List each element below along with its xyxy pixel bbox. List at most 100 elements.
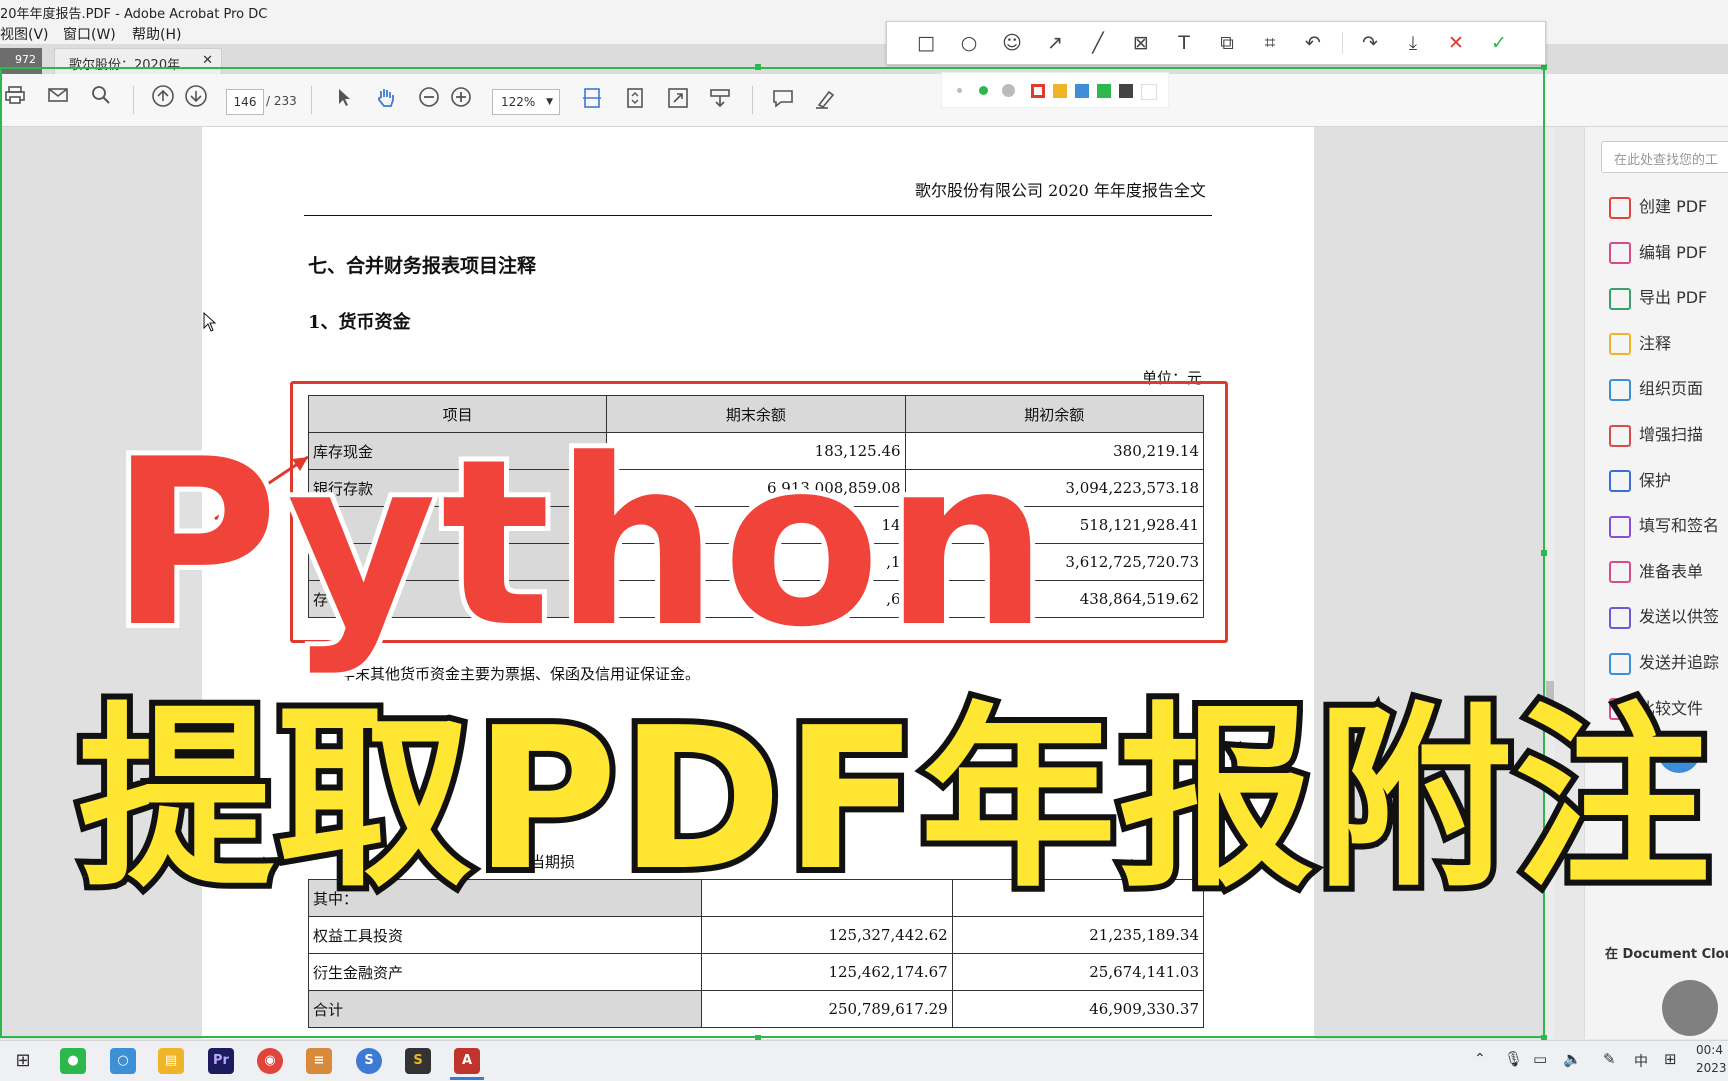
tool-label: 编辑 PDF (1639, 242, 1708, 262)
size-medium-dot[interactable] (979, 86, 988, 95)
cell-value: 250,789,617.29 (700, 990, 953, 1028)
tool-comment[interactable]: 注释 (1609, 330, 1728, 360)
zoom-value: 122% (501, 95, 536, 109)
tool-label: 发送以供签 (1639, 607, 1720, 627)
app-icon[interactable]: S (356, 1048, 382, 1074)
tab-home[interactable]: 972 (0, 48, 42, 75)
edit-pdf-icon (1609, 242, 1631, 265)
chevron-up-icon[interactable]: ⌃ (1474, 1051, 1486, 1067)
tool-organize-pages[interactable]: 组织页面 (1609, 375, 1728, 405)
tool-protect[interactable]: 保护 (1609, 467, 1728, 497)
prev-page-icon[interactable] (148, 84, 178, 114)
close-icon[interactable]: ✕ (202, 53, 213, 68)
tool-fill-sign[interactable]: 填写和签名 (1609, 512, 1728, 542)
toolbar-divider (1342, 32, 1343, 54)
create-pdf-icon (1609, 196, 1631, 219)
select-cursor-icon[interactable] (329, 86, 359, 116)
network-icon[interactable]: ▭ (1533, 1050, 1547, 1068)
text-tool-icon[interactable]: T (1171, 30, 1197, 56)
color-swatch-dark[interactable] (1119, 84, 1133, 98)
cancel-icon[interactable]: ✕ (1443, 30, 1469, 56)
cell-value: 125,327,442.62 (700, 916, 953, 954)
prepare-form-icon (1609, 561, 1631, 584)
microphone-icon[interactable]: 🎙 (1504, 1050, 1523, 1068)
color-swatch-red[interactable] (1031, 84, 1045, 98)
download-icon[interactable]: ⤓ (1400, 30, 1426, 56)
tool-send-track[interactable]: 发送并追踪 (1609, 649, 1728, 679)
floating-assistant-button[interactable] (1662, 980, 1718, 1036)
export-pdf-icon (1609, 287, 1631, 310)
copy-tool-icon[interactable]: ⧉ (1214, 30, 1240, 56)
capture-toolbar: □ ○ ☺ ↗ ╱ ⊠ T ⧉ ⌗ ↶ ↷ ⤓ ✕ ✓ (886, 21, 1546, 65)
rectangle-tool-icon[interactable]: □ (913, 30, 939, 56)
acrobat-icon[interactable]: A (454, 1048, 480, 1074)
menu-window[interactable]: 窗口(W) (63, 24, 116, 44)
ime-indicator[interactable]: 中 (1634, 1051, 1648, 1071)
line-tool-icon[interactable]: ╱ (1085, 30, 1111, 56)
undo-icon[interactable]: ↶ (1300, 30, 1326, 56)
emoji-tool-icon[interactable]: ☺ (999, 30, 1025, 56)
chat-app-icon[interactable]: ○ (110, 1048, 136, 1074)
search-icon[interactable] (86, 84, 116, 114)
comment-icon[interactable] (768, 86, 798, 116)
enhance-scans-icon (1609, 424, 1631, 447)
sublime-icon[interactable]: S (405, 1048, 431, 1074)
fit-page-icon[interactable] (620, 86, 650, 116)
next-page-icon[interactable] (181, 84, 211, 114)
fit-width-icon[interactable] (577, 86, 607, 116)
arrow-tool-icon[interactable]: ↗ (1042, 30, 1068, 56)
scroll-mode-icon[interactable] (705, 86, 735, 116)
mosaic-tool-icon[interactable]: ⊠ (1128, 30, 1154, 56)
tab-document[interactable]: 歌尔股份：2020年... ✕ (54, 48, 222, 75)
chrome-icon[interactable]: ◉ (257, 1048, 283, 1074)
pen-icon[interactable]: ✎ (1603, 1050, 1616, 1068)
color-swatch-white[interactable] (1141, 84, 1157, 100)
menu-view[interactable]: 视图(V) (0, 24, 49, 44)
color-swatch-yellow[interactable] (1053, 84, 1067, 98)
share-icon[interactable]: ↷ (1357, 30, 1383, 56)
volume-icon[interactable]: 🔈 (1563, 1050, 1582, 1068)
task-view-icon[interactable]: ⊞ (10, 1048, 36, 1074)
tool-send-for-signature[interactable]: 发送以供签 (1609, 603, 1728, 633)
keyboard-layout-icon[interactable]: ⊞ (1664, 1050, 1677, 1068)
tool-create-pdf[interactable]: 创建 PDF (1609, 193, 1728, 223)
color-swatch-blue[interactable] (1075, 84, 1089, 98)
tool-label: 组织页面 (1639, 379, 1704, 399)
hand-tool-icon[interactable] (371, 86, 401, 116)
chevron-down-icon: ▼ (546, 97, 553, 107)
table-row: 合计 250,789,617.29 46,909,330.37 (308, 990, 1205, 1028)
color-swatch-green[interactable] (1097, 84, 1111, 98)
fullscreen-icon[interactable] (663, 86, 693, 116)
zoom-in-icon[interactable] (446, 86, 476, 116)
tool-edit-pdf[interactable]: 编辑 PDF (1609, 239, 1728, 269)
zoom-out-icon[interactable] (414, 86, 444, 116)
print-icon[interactable] (0, 84, 30, 114)
tool-enhance-scans[interactable]: 增强扫描 (1609, 421, 1728, 451)
size-small-dot[interactable] (957, 88, 962, 93)
scan-tool-icon[interactable]: ⌗ (1257, 30, 1283, 56)
highlight-icon[interactable] (811, 86, 841, 116)
page-number-input[interactable]: 146 (226, 89, 264, 115)
selection-handle[interactable] (755, 64, 761, 70)
page-header: 歌尔股份有限公司 2020 年年度报告全文 (915, 181, 1206, 200)
window-title: 20年年度报告.PDF - Adobe Acrobat Pro DC (0, 7, 268, 22)
clock-date[interactable]: 2023 (1696, 1061, 1727, 1075)
table-row: 衍生金融资产 125,462,174.67 25,674,141.03 (308, 953, 1205, 991)
tool-export-pdf[interactable]: 导出 PDF (1609, 284, 1728, 314)
email-icon[interactable] (43, 84, 73, 114)
title-bar: 20年年度报告.PDF - Adobe Acrobat Pro DC (0, 0, 1728, 22)
file-explorer-icon[interactable]: ▤ (158, 1048, 184, 1074)
wechat-icon[interactable]: ● (60, 1048, 86, 1074)
menu-help[interactable]: 帮助(H) (132, 24, 181, 44)
tool-prepare-form[interactable]: 准备表单 (1609, 558, 1728, 588)
size-large-dot[interactable] (1002, 84, 1015, 97)
ellipse-tool-icon[interactable]: ○ (956, 30, 982, 56)
confirm-icon[interactable]: ✓ (1486, 30, 1512, 56)
zoom-select[interactable]: 122% ▼ (492, 89, 560, 115)
premiere-icon[interactable]: Pr (208, 1048, 234, 1074)
selection-handle[interactable] (1541, 550, 1547, 556)
tools-search-input[interactable]: 在此处查找您的工 (1601, 141, 1728, 173)
tool-label: 发送并追踪 (1639, 653, 1720, 672)
app-icon[interactable]: ≡ (306, 1048, 332, 1074)
clock-time[interactable]: 00:4 (1696, 1043, 1723, 1057)
